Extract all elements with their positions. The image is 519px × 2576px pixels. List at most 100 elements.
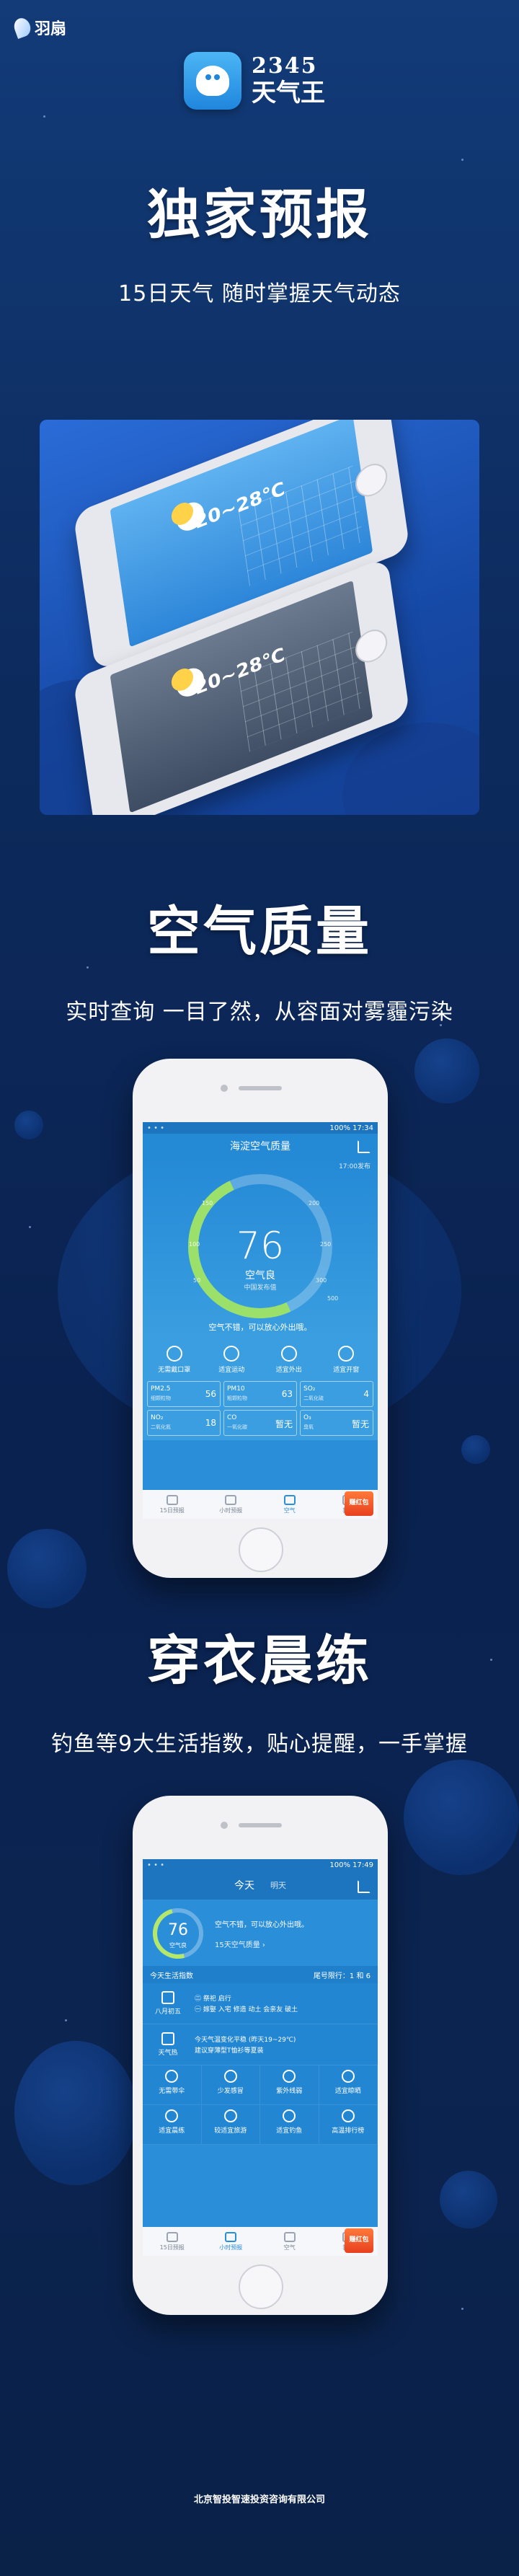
advice-icons: 无需戴口罩 适宜运动 适宜外出 适宜开窗: [143, 1338, 378, 1377]
life-index-title: 今天生活指数: [150, 1972, 193, 1980]
red-packet-badge[interactable]: 赚红包: [345, 2228, 373, 2253]
aqi-level: 空气良: [169, 1942, 187, 1949]
calendar-icon: [161, 1991, 174, 2004]
section-title-air: 空气质量: [147, 901, 372, 963]
almanac-row[interactable]: 八月初五 ㊁ 祭祀 启行㊀ 嫁娶 入宅 修造 动土 会亲友 破土: [143, 1983, 378, 2024]
life-index-screen: • • • 100% 17:49 今天 明天 76 空气良 空气不错，可以放心外出…: [143, 1859, 378, 2256]
aqi-source: 中国发布值: [244, 1284, 277, 1292]
air-quality-screen: • • • 100% 17:34 海淀空气质量 17:00发布 50 100 15…: [143, 1122, 378, 1519]
index-fishing[interactable]: 适宜钓鱼: [260, 2105, 319, 2145]
gauge-tick: 500: [327, 1295, 339, 1302]
dressing-row[interactable]: 天气热 今天气温变化平稳 (昨天19~29℃) 建议穿薄型T恤衫等夏装: [143, 2024, 378, 2065]
star: [461, 2308, 463, 2310]
bubble: [7, 1529, 86, 1608]
app-name-number: 2345: [252, 53, 318, 79]
shirt-icon: [161, 2032, 174, 2045]
phone-life-index: • • • 100% 17:49 今天 明天 76 空气良 空气不错，可以放心外出…: [133, 1796, 388, 2315]
star: [43, 115, 45, 118]
tab-tomorrow[interactable]: 明天: [270, 1879, 286, 1891]
advice-sport: 适宜运动: [204, 1346, 259, 1374]
hanger-icon: [341, 2070, 355, 2083]
status-bar: • • • 100% 17:34: [143, 1122, 378, 1134]
sun-icon: [283, 2070, 296, 2083]
fish-icon: [283, 2109, 296, 2122]
tab-hourly[interactable]: 小时预报: [209, 1494, 252, 1514]
aqi-note: 空气不错，可以放心外出哦。: [215, 1921, 309, 1929]
index-cold[interactable]: 少发感冒: [201, 2065, 260, 2105]
pollutant-card[interactable]: O₃ 臭氧 暂无: [300, 1410, 373, 1436]
umbrella-icon: [165, 2070, 179, 2083]
forecast-showcase-panel: 20~28℃ 20~28℃: [40, 420, 479, 815]
aqi-value: 76: [168, 1921, 188, 1939]
company-footer: 北京智投智速投资咨询有限公司: [193, 2495, 325, 2505]
app-header: 2345 天气王: [184, 52, 325, 110]
pollutant-grid: PM2.5 细颗粒物 56 PM10 粗颗粒物 63 SO₂ 二氧化硫 4 NO₂ 二氧化氮 1…: [143, 1377, 378, 1440]
gauge-tick: 150: [202, 1200, 213, 1207]
thermometer-icon: [341, 2109, 355, 2122]
bubble: [414, 1038, 479, 1103]
tab-hourly[interactable]: 小时预报: [209, 2231, 252, 2251]
pollutant-card[interactable]: CO 一氧化碳 暂无: [223, 1410, 297, 1436]
brand-logo: 羽扇: [12, 16, 67, 39]
tab-today[interactable]: 今天: [234, 1878, 254, 1892]
star: [461, 159, 463, 161]
index-uv[interactable]: 紫外线弱: [260, 2065, 319, 2105]
status-bar: • • • 100% 17:49: [143, 1859, 378, 1871]
pollutant-card[interactable]: PM10 粗颗粒物 63: [223, 1381, 297, 1407]
share-icon[interactable]: [358, 1880, 371, 1893]
home-button: [239, 2264, 283, 2309]
plane-icon: [223, 2109, 237, 2122]
air-summary-card[interactable]: 76 空气良 空气不错，可以放心外出哦。 15天空气质量 ›: [143, 1899, 378, 1968]
gauge-tick: 200: [309, 1200, 320, 1207]
aqi-value: 76: [236, 1225, 285, 1268]
run-icon: [223, 1346, 240, 1362]
section-title-forecast: 独家预报: [147, 184, 372, 246]
index-drying[interactable]: 适宜晾晒: [319, 2065, 378, 2105]
bubble: [461, 1435, 490, 1464]
star: [86, 966, 89, 969]
phone-air-quality: • • • 100% 17:34 海淀空气质量 17:00发布 50 100 15…: [133, 1059, 388, 1578]
aqi-level: 空气良: [245, 1270, 275, 1282]
pill-icon: [223, 2070, 237, 2083]
home-button: [239, 1527, 283, 1572]
screen-title: 海淀空气质量: [230, 1141, 290, 1152]
section-subtitle-life: 钓鱼等9大生活指数，贴心提醒，一手掌握: [50, 1732, 469, 1757]
bubble: [14, 2041, 137, 2185]
index-umbrella[interactable]: 无需带伞: [143, 2065, 202, 2105]
air-15day-link[interactable]: 15天空气质量 ›: [215, 1938, 265, 1949]
mask-icon: [166, 1346, 182, 1362]
bubble: [14, 1111, 43, 1139]
bottom-tab-bar: 15日预报 小时预报 空气 我的: [143, 1490, 378, 1519]
index-travel[interactable]: 较适宜旅游: [201, 2105, 260, 2145]
section-subtitle-forecast: 15日天气 随时掌握天气动态: [118, 281, 401, 306]
advice-mask: 无需戴口罩: [147, 1346, 202, 1374]
bubble: [404, 1760, 519, 1875]
section-title-life: 穿衣晨练: [147, 1630, 372, 1692]
app-name-title: 天气王: [252, 78, 325, 107]
tab-air[interactable]: 空气: [268, 2231, 311, 2251]
brand-name: 羽扇: [35, 20, 67, 38]
sun-cloud-icon: [169, 665, 195, 694]
tab-air[interactable]: 空气: [268, 1494, 311, 1514]
bubble: [440, 2171, 497, 2228]
tab-15day[interactable]: 15日预报: [151, 1494, 194, 1514]
feather-icon: [12, 16, 33, 39]
index-heat-ranking[interactable]: 高温排行榜: [319, 2105, 378, 2145]
app-icon: [184, 52, 241, 110]
aqi-note: 空气不错，可以放心外出哦。: [208, 1323, 312, 1332]
pollutant-card[interactable]: NO₂ 二氧化氮 18: [147, 1410, 221, 1436]
pollutant-card[interactable]: SO₂ 二氧化硫 4: [300, 1381, 373, 1407]
tab-15day[interactable]: 15日预报: [151, 2231, 194, 2251]
run-icon: [165, 2109, 179, 2122]
bird-icon: [196, 66, 229, 96]
status-time: 100% 17:49: [329, 1861, 373, 1869]
star: [29, 1226, 31, 1228]
index-exercise[interactable]: 适宜晨练: [143, 2105, 202, 2145]
red-packet-badge[interactable]: 赚红包: [345, 1491, 373, 1516]
life-index-grid: 无需带伞 少发感冒 紫外线弱 适宜晾晒 适宜晨练 较适宜旅游 适宜钓鱼 高温排行…: [143, 2065, 378, 2145]
people-icon: [280, 1346, 297, 1362]
sun-cloud-icon: [169, 499, 195, 529]
pollutant-card[interactable]: PM2.5 细颗粒物 56: [147, 1381, 221, 1407]
share-icon[interactable]: [358, 1140, 371, 1153]
bottom-tab-bar: 15日预报 小时预报 空气 我的: [143, 2227, 378, 2256]
